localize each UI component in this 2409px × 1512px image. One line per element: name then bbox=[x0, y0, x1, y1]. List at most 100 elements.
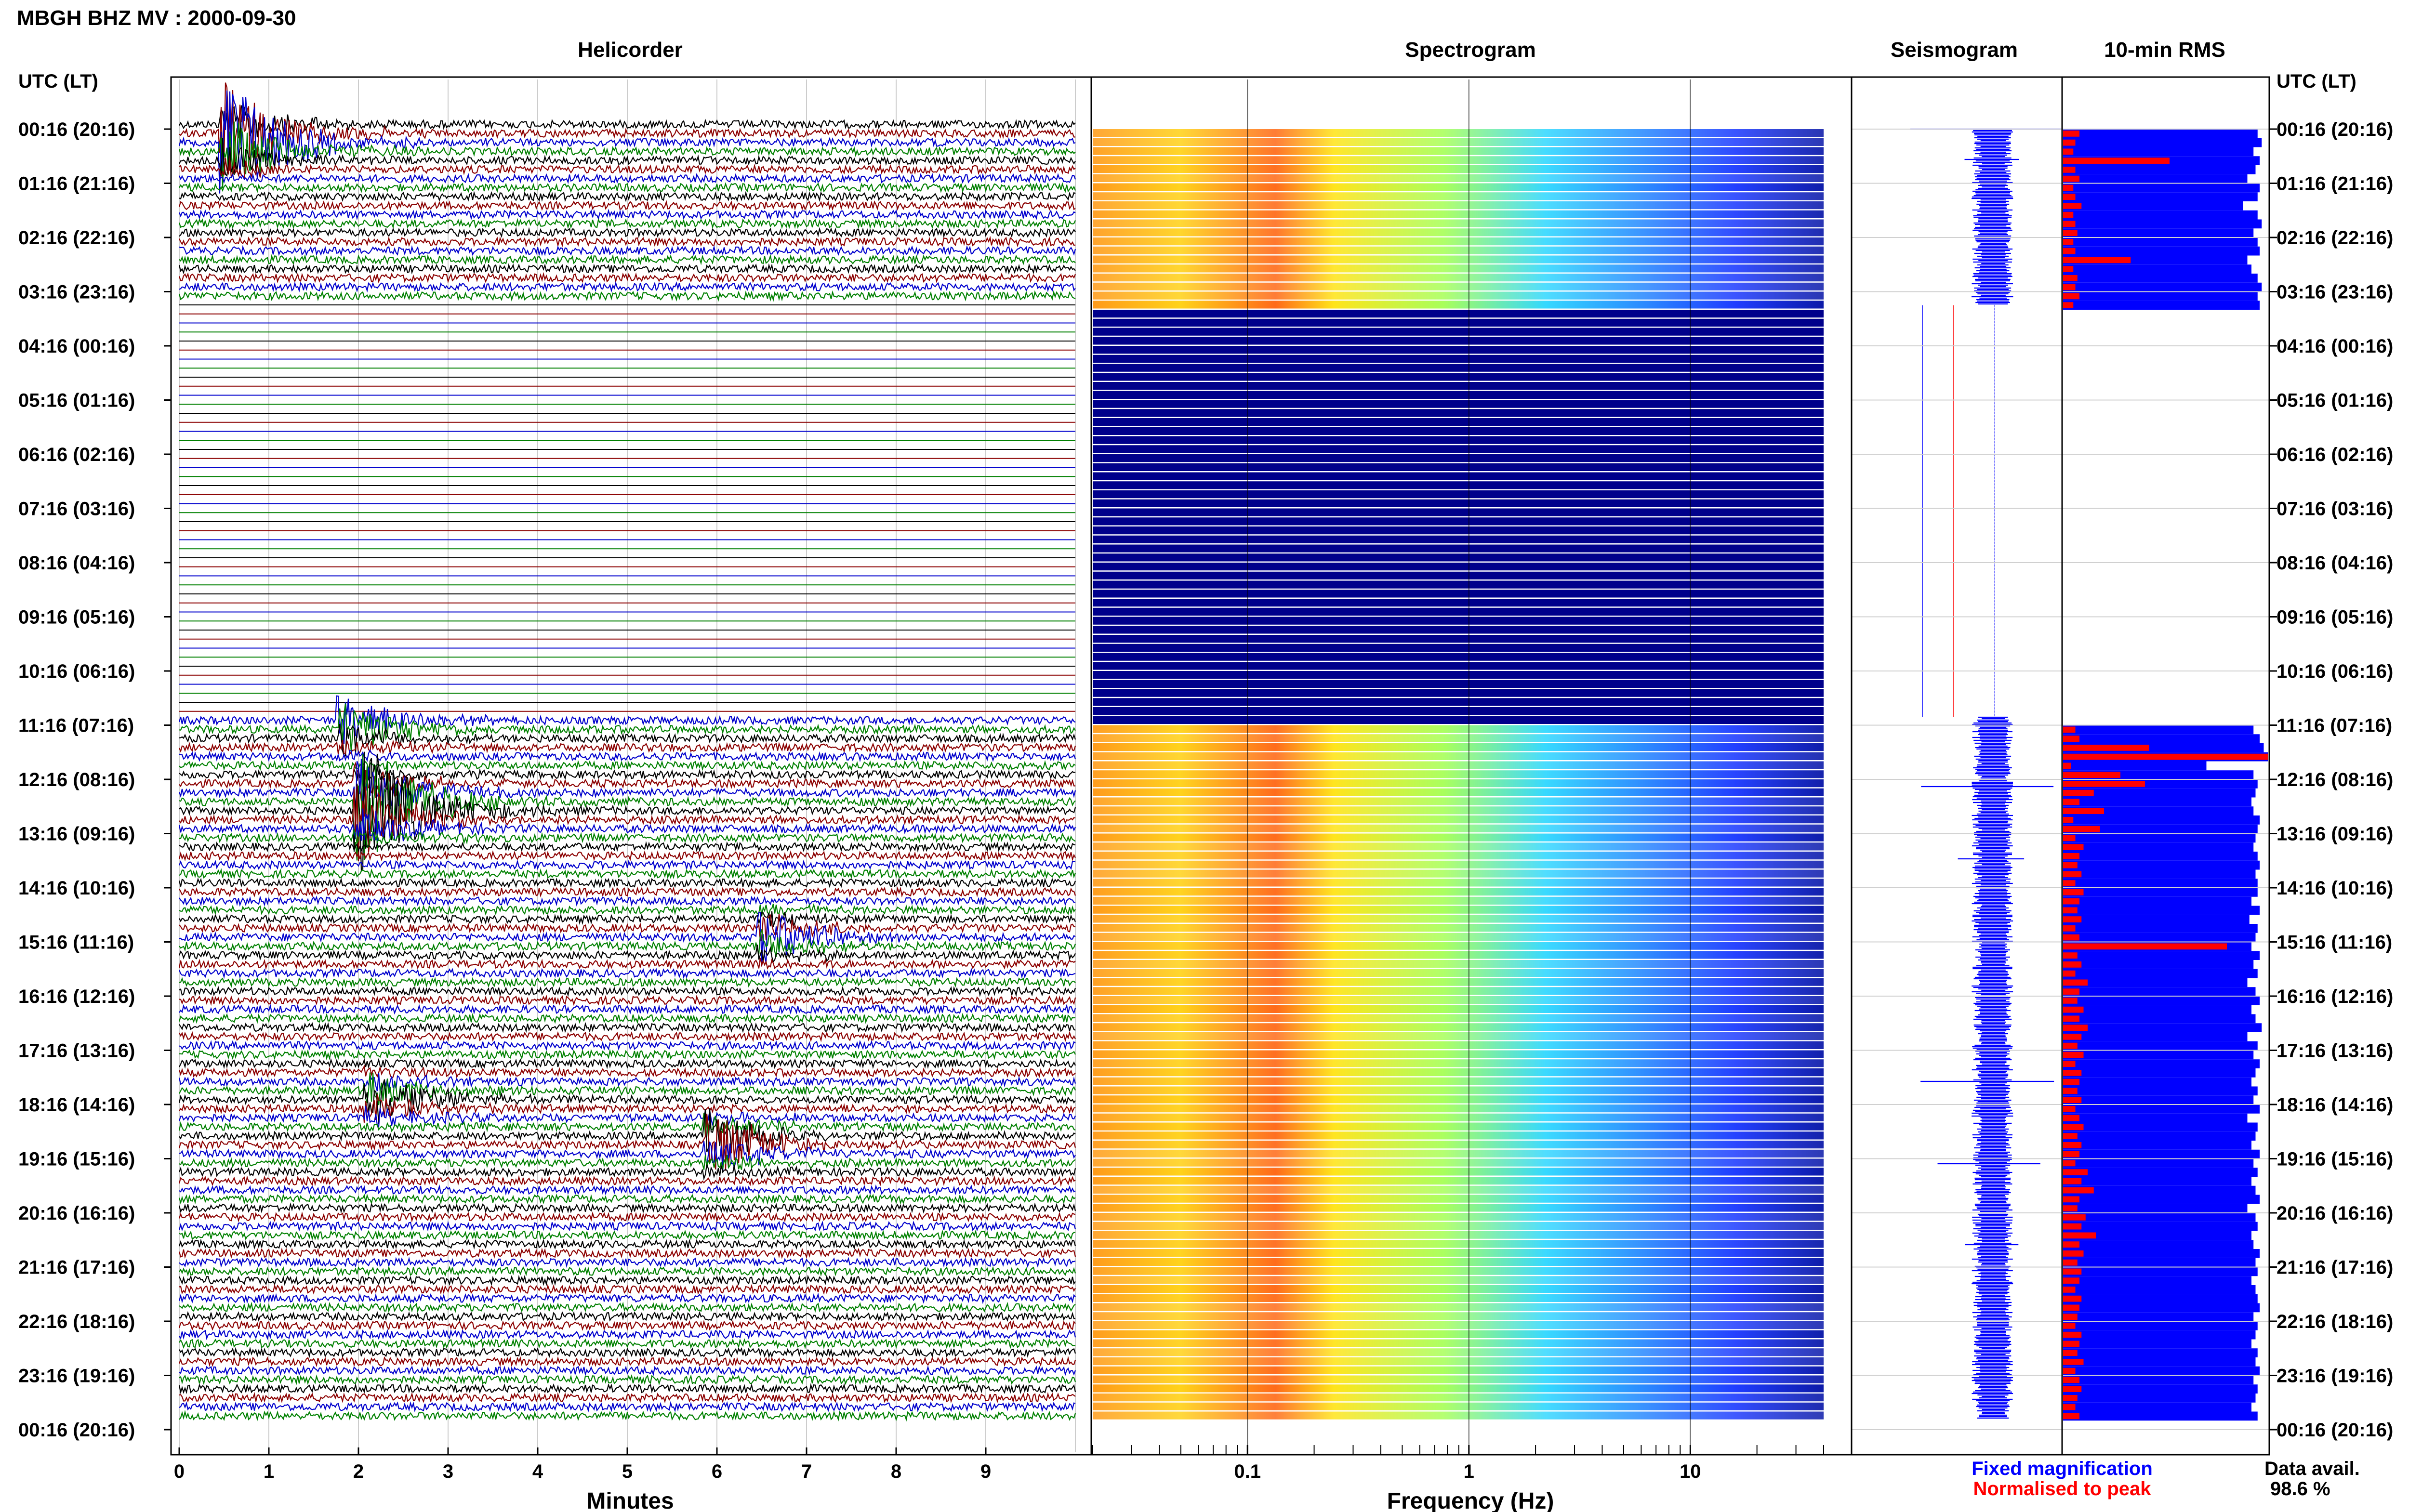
rms-bar-fixed bbox=[2063, 1122, 2258, 1132]
rms-bar-fixed bbox=[2063, 1104, 2260, 1114]
rms-bar-fixed bbox=[2063, 1285, 2256, 1294]
spectrogram-row bbox=[1093, 264, 1824, 273]
spectrogram-row bbox=[1093, 535, 1824, 543]
rms-bar-fixed bbox=[2063, 1411, 2258, 1421]
rms-bar-fixed bbox=[2063, 201, 2243, 210]
spectrogram-row bbox=[1093, 1005, 1824, 1013]
time-label-left: 17:16 (13:16) bbox=[18, 1040, 135, 1062]
panel-title-spectrogram: Spectrogram bbox=[1405, 38, 1535, 62]
rms-bar-normalised bbox=[2063, 1314, 2078, 1320]
spectrogram-row bbox=[1093, 743, 1824, 751]
time-label-left: 21:16 (17:16) bbox=[18, 1257, 135, 1278]
time-label-right: 08:16 (04:16) bbox=[2277, 552, 2393, 574]
spectrogram-row bbox=[1093, 860, 1824, 868]
rms-bar-fixed bbox=[2063, 1177, 2251, 1186]
rms-bar-normalised bbox=[2063, 1350, 2078, 1356]
rms-bar-fixed bbox=[2063, 1222, 2258, 1231]
minute-tick-label: 1 bbox=[264, 1461, 274, 1482]
minute-tick-label: 6 bbox=[712, 1461, 722, 1482]
rms-bar-normalised bbox=[2063, 1160, 2076, 1167]
rms-bar-normalised bbox=[2063, 916, 2082, 922]
spectrogram-row bbox=[1093, 1050, 1824, 1058]
rms-bar-normalised bbox=[2063, 1259, 2078, 1266]
rms-bar-fixed bbox=[2063, 1032, 2248, 1041]
spectrogram-row bbox=[1093, 1357, 1824, 1366]
time-label-left: 09:16 (05:16) bbox=[18, 607, 135, 628]
rms-bar-normalised bbox=[2063, 1214, 2086, 1221]
rms-bar-fixed bbox=[2063, 1095, 2254, 1104]
rms-bar-fixed bbox=[2063, 725, 2254, 735]
spectrogram-row bbox=[1093, 599, 1824, 607]
spectrogram-row bbox=[1093, 463, 1824, 471]
rms-bar-normalised bbox=[2063, 230, 2078, 236]
rms-bar-normalised bbox=[2063, 1070, 2082, 1076]
spectrogram-row bbox=[1093, 689, 1824, 697]
spectrogram-row bbox=[1093, 255, 1824, 263]
rms-bar-fixed bbox=[2063, 1366, 2260, 1376]
rms-bar-normalised bbox=[2063, 139, 2076, 146]
rms-bar-fixed bbox=[2063, 933, 2256, 942]
spectrogram-row bbox=[1093, 129, 1824, 137]
spectrogram-row bbox=[1093, 806, 1824, 815]
legend-normalised-to-peak: Normalised to peak bbox=[1973, 1478, 2151, 1499]
time-label-left: 07:16 (03:16) bbox=[18, 499, 135, 520]
rms-bar-fixed bbox=[2063, 1384, 2258, 1394]
spectrogram-row bbox=[1093, 1168, 1824, 1176]
time-label-left: 05:16 (01:16) bbox=[18, 390, 135, 411]
rms-bar-fixed bbox=[2063, 978, 2248, 987]
spectrogram-row bbox=[1093, 725, 1824, 733]
spectrogram-row bbox=[1093, 382, 1824, 390]
spectrogram-row bbox=[1093, 1149, 1824, 1157]
rms-bar-fixed bbox=[2063, 1339, 2251, 1349]
rms-bar-normalised bbox=[2063, 1386, 2082, 1392]
spectrogram-row bbox=[1093, 373, 1824, 381]
spectrogram-row bbox=[1093, 716, 1824, 724]
rms-bar-fixed bbox=[2063, 1258, 2256, 1267]
rms-bar-normalised bbox=[2063, 1205, 2078, 1211]
rms-bar-normalised bbox=[2063, 158, 2170, 164]
rms-bar-fixed bbox=[2063, 246, 2260, 256]
spectrogram-row bbox=[1093, 1095, 1824, 1104]
spectrogram-row bbox=[1093, 219, 1824, 227]
time-label-right: 04:16 (00:16) bbox=[2277, 336, 2393, 357]
rms-bar-normalised bbox=[2063, 1106, 2076, 1112]
spectrogram-row bbox=[1093, 571, 1824, 579]
time-label-left: 14:16 (10:16) bbox=[18, 878, 135, 899]
rms-bar-normalised bbox=[2063, 1052, 2084, 1058]
figure: MBGH BHZ MV : 2000-09-30 UTC (LT) UTC (L… bbox=[0, 0, 2409, 1512]
rms-bar-normalised bbox=[2063, 1277, 2079, 1284]
legend-fixed-magnification: Fixed magnification bbox=[1972, 1458, 2153, 1479]
rms-bar-normalised bbox=[2063, 753, 2268, 760]
spectrogram-row bbox=[1093, 192, 1824, 200]
rms-bar-fixed bbox=[2063, 301, 2260, 310]
spectrogram-row bbox=[1093, 1077, 1824, 1085]
spectrogram-row bbox=[1093, 1267, 1824, 1275]
frequency-tick-label: 10 bbox=[1680, 1461, 1701, 1482]
rms-bar-normalised bbox=[2063, 1124, 2084, 1131]
x-axis-label-frequency: Frequency (Hz) bbox=[1387, 1488, 1554, 1512]
time-label-left: 23:16 (19:16) bbox=[18, 1366, 135, 1387]
spectrogram-row bbox=[1093, 1068, 1824, 1077]
panel-title-helicorder: Helicorder bbox=[578, 38, 683, 62]
spectrogram-row bbox=[1093, 960, 1824, 968]
spectrogram-row bbox=[1093, 644, 1824, 652]
spectrogram-row bbox=[1093, 517, 1824, 526]
rms-bar-fixed bbox=[2063, 860, 2260, 870]
spectrogram-row bbox=[1093, 508, 1824, 516]
rms-bar-normalised bbox=[2063, 826, 2100, 832]
minute-tick-label: 0 bbox=[174, 1461, 185, 1482]
rms-bar-fixed bbox=[2063, 192, 2258, 201]
spectrogram-row bbox=[1093, 852, 1824, 860]
time-label-right: 00:16 (20:16) bbox=[2277, 1420, 2393, 1441]
spectrogram-row bbox=[1093, 409, 1824, 417]
rms-bar-fixed bbox=[2063, 1357, 2256, 1367]
time-label-right: 10:16 (06:16) bbox=[2277, 661, 2393, 682]
rms-bar-fixed bbox=[2063, 1204, 2248, 1213]
rms-bar-normalised bbox=[2063, 302, 2074, 308]
rms-bar-fixed bbox=[2063, 210, 2258, 220]
time-label-right: 05:16 (01:16) bbox=[2277, 390, 2393, 411]
rms-bar-normalised bbox=[2063, 221, 2076, 227]
rms-bar-fixed bbox=[2063, 1312, 2254, 1321]
time-label-left: 20:16 (16:16) bbox=[18, 1203, 135, 1224]
rms-bar-normalised bbox=[2063, 1331, 2082, 1338]
